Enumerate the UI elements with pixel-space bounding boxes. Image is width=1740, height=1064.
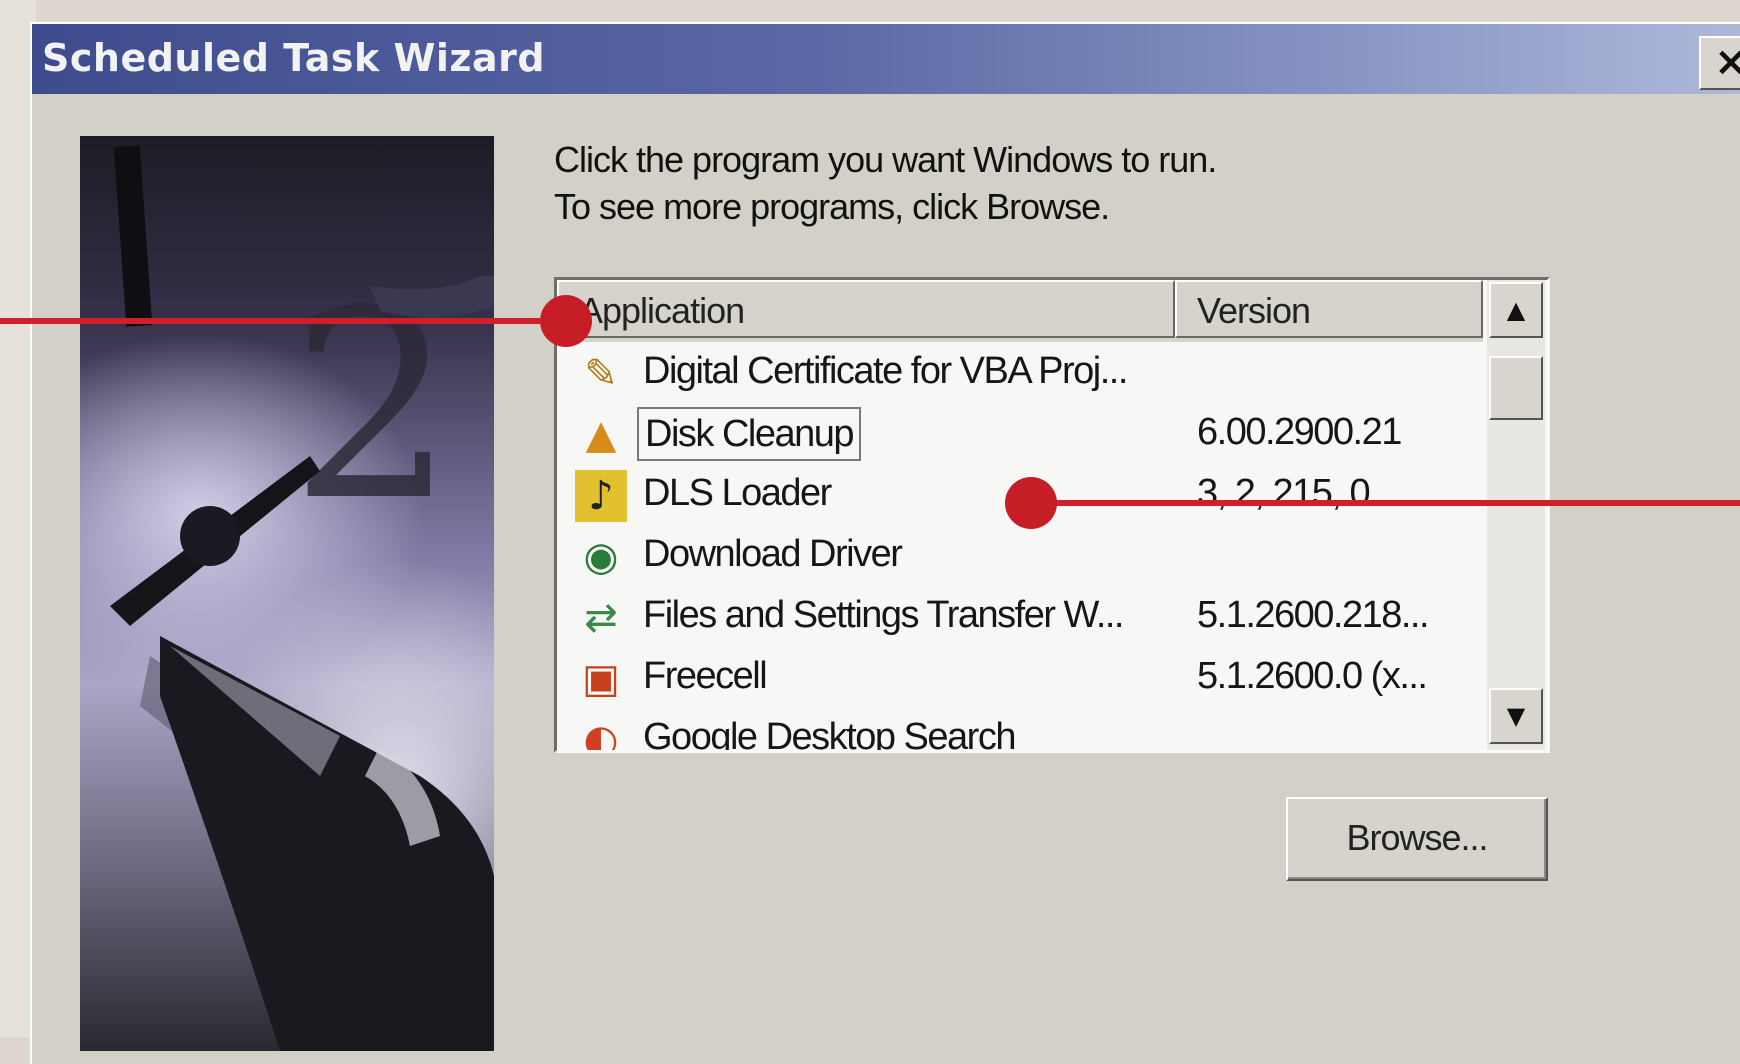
freecell-icon: ▣ [582, 656, 620, 702]
list-item-name: Disk Cleanup [637, 407, 861, 461]
close-button[interactable]: × [1699, 36, 1740, 90]
instruction-line-1: Click the program you want Windows to ru… [554, 139, 1217, 180]
browse-button[interactable]: Browse... [1286, 797, 1548, 881]
instructions-text: Click the program you want Windows to ru… [554, 136, 1217, 230]
download-driver-icon: ◉ [583, 534, 619, 580]
scroll-down-arrow-icon[interactable]: ▼ [1489, 688, 1543, 744]
instruction-line-2: To see more programs, click Browse. [554, 186, 1110, 227]
list-item-version: 6.00.2900.21 [1197, 411, 1402, 453]
list-item-name: Files and Settings Transfer W... [643, 594, 1125, 636]
list-item[interactable]: ⇄ Files and Settings Transfer W... 5.1.2… [557, 586, 1483, 647]
disk-cleanup-icon: ▲ [585, 412, 617, 458]
callout-dot-right [1005, 477, 1057, 529]
list-item-version: 3, 2, 215, 0 [1197, 472, 1371, 514]
column-header-version[interactable]: Version [1175, 280, 1483, 338]
list-item-version: 5.1.2600.0 (x... [1197, 655, 1428, 697]
wizard-clock-pen-image: 2 [80, 136, 494, 1051]
scrollbar-thumb[interactable] [1489, 356, 1543, 420]
list-item-name: Download Driver [643, 533, 903, 575]
list-item-name: Google Desktop Search [643, 716, 1016, 753]
transfer-wizard-icon: ⇄ [584, 595, 618, 641]
scroll-up-arrow-icon[interactable]: ▲ [1489, 282, 1543, 338]
google-desktop-icon: ◐ [583, 717, 619, 753]
title-bar[interactable]: Scheduled Task Wizard × [32, 24, 1740, 94]
scheduled-task-wizard-dialog: Scheduled Task Wizard × 2 Click the prog… [30, 22, 1740, 1064]
list-item-version: 5.1.2600.218... [1197, 594, 1430, 636]
certificate-icon: ✎ [584, 351, 618, 397]
vertical-scrollbar[interactable]: ▲ ▼ [1487, 280, 1545, 750]
callout-line-right [1030, 500, 1740, 506]
clock-and-pen-illustration: 2 [110, 145, 494, 1051]
window-title: Scheduled Task Wizard [42, 36, 546, 80]
list-item-name: Freecell [643, 655, 768, 697]
list-item-name: DLS Loader [643, 472, 832, 514]
callout-line-left [0, 318, 540, 324]
list-item[interactable]: ✎ Digital Certificate for VBA Proj... [557, 342, 1483, 403]
list-item-name: Digital Certificate for VBA Proj... [643, 350, 1128, 392]
list-item[interactable]: ▣ Freecell 5.1.2600.0 (x... [557, 647, 1483, 708]
list-item[interactable]: ◉ Download Driver [557, 525, 1483, 586]
music-note-icon: ♪ [575, 470, 627, 522]
list-item[interactable]: ◐ Google Desktop Search [557, 708, 1483, 753]
column-header-application[interactable]: Application [557, 280, 1175, 338]
callout-dot-left [540, 295, 592, 347]
list-header: Application Version [557, 280, 1483, 342]
list-item[interactable]: ▲ Disk Cleanup 6.00.2900.21 [557, 403, 1483, 464]
